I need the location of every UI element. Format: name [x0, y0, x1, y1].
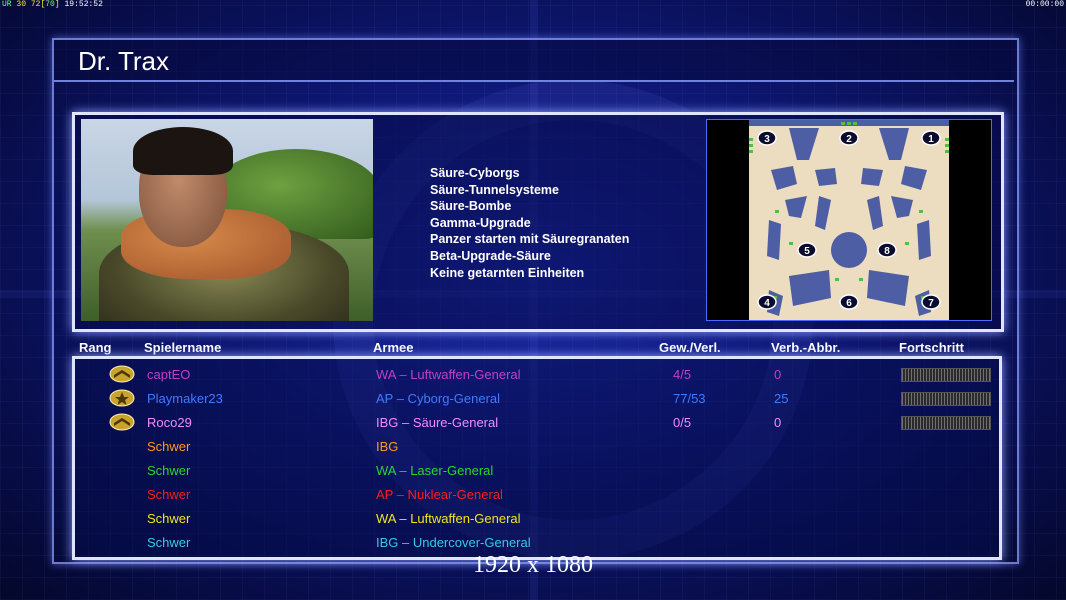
- map-slot-label: 7: [928, 298, 934, 309]
- map-slot-label: 2: [846, 134, 852, 145]
- star-rank-icon: [109, 389, 135, 407]
- chevron-rank-icon: [109, 413, 135, 431]
- player-name: Playmaker23: [147, 391, 223, 406]
- player-row[interactable]: captEO WA – Luftwaffen-General 4/5 0: [75, 362, 999, 386]
- portrait-hair: [133, 127, 233, 175]
- game-time: 19:52:52: [64, 0, 103, 9]
- map-slot-label: 5: [804, 246, 810, 257]
- column-army: Armee: [373, 340, 414, 355]
- player-army: WA – Luftwaffen-General: [376, 367, 521, 382]
- perk-item: Säure-Tunnelsysteme: [430, 182, 559, 197]
- progress-bar: [901, 392, 991, 406]
- fps-label: UR: [2, 0, 12, 9]
- fps-value: 30: [16, 0, 27, 9]
- perk-item: Beta-Upgrade-Säure: [430, 248, 551, 263]
- column-player-name: Spielername: [144, 340, 222, 355]
- general-portrait: [81, 119, 373, 321]
- player-win-loss: 4/5: [673, 367, 692, 382]
- page-title: Dr. Trax: [78, 46, 170, 76]
- player-row[interactable]: Roco29 IBG – Säure-General 0/5 0: [75, 410, 999, 434]
- column-disconnects: Verb.-Abbr.: [771, 340, 841, 355]
- player-name: Schwer: [147, 535, 191, 550]
- title-bar: Dr. Trax: [54, 40, 1014, 82]
- player-row[interactable]: Schwer WA – Laser-General: [75, 458, 999, 482]
- player-name: Schwer: [147, 463, 191, 478]
- column-win-loss: Gew./Verl.: [659, 340, 721, 355]
- fps-bracket: ]: [54, 0, 60, 9]
- column-progress: Fortschritt: [899, 340, 964, 355]
- player-name: Schwer: [147, 487, 191, 502]
- player-row[interactable]: Schwer AP – Nuklear-General: [75, 482, 999, 506]
- fps-value-2: 72[: [30, 0, 46, 9]
- clock: 00:00:00: [1025, 0, 1064, 9]
- player-name: Roco29: [147, 415, 192, 430]
- map-slot-label: 4: [764, 298, 770, 309]
- player-win-loss: 77/53: [673, 391, 706, 406]
- player-army: IBG: [376, 439, 399, 454]
- perk-item: Keine getarnten Einheiten: [430, 265, 585, 280]
- player-army: IBG – Säure-General: [376, 415, 499, 430]
- general-info-panel: Säure-Cyborgs Säure-Tunnelsysteme Säure-…: [72, 112, 1004, 332]
- perk-item: Säure-Cyborgs: [430, 166, 520, 180]
- player-army: AP – Cyborg-General: [376, 391, 501, 406]
- perk-list: Säure-Cyborgs Säure-Tunnelsysteme Säure-…: [430, 165, 629, 281]
- resolution-caption: 1920 x 1080: [473, 552, 593, 578]
- debug-overlay: UR 30 72[70] 19:52:52 00:00:00: [0, 0, 1066, 10]
- perk-item: Säure-Bombe: [430, 199, 512, 214]
- player-disconnects: 0: [774, 367, 782, 382]
- perk-item: Panzer starten mit Säuregranaten: [430, 232, 630, 247]
- player-row[interactable]: Schwer IBG: [75, 434, 999, 458]
- player-name: Schwer: [147, 511, 191, 526]
- player-row[interactable]: Schwer WA – Luftwaffen-General: [75, 506, 999, 530]
- map-slot-label: 3: [764, 134, 770, 145]
- map-slot-label: 1: [928, 134, 934, 145]
- player-army: WA – Laser-General: [376, 463, 494, 478]
- progress-bar: [901, 368, 991, 382]
- player-disconnects: 0: [774, 415, 782, 430]
- player-army: IBG – Undercover-General: [376, 535, 531, 550]
- player-table: captEO WA – Luftwaffen-General 4/5 0 Playmak…: [72, 356, 1002, 560]
- map-terrain: 1 2 3 4 5 6 7 8: [749, 120, 949, 320]
- map-preview[interactable]: 1 2 3 4 5 6 7 8: [706, 119, 992, 321]
- progress-bar: [901, 416, 991, 430]
- player-win-loss: 0/5: [673, 415, 692, 430]
- player-row[interactable]: Playmaker23 AP – Cyborg-General 77/53 25: [75, 386, 999, 410]
- chevron-rank-icon: [109, 365, 135, 383]
- player-army: AP – Nuklear-General: [376, 487, 503, 502]
- map-slot-label: 6: [846, 298, 852, 309]
- column-rank: Rang: [79, 340, 112, 355]
- perk-item: Gamma-Upgrade: [430, 215, 531, 230]
- fps-counter: UR 30 72[70] 19:52:52: [2, 0, 103, 9]
- player-row[interactable]: Schwer IBG – Undercover-General: [75, 530, 999, 554]
- player-disconnects: 25: [774, 391, 789, 406]
- player-army: WA – Luftwaffen-General: [376, 511, 521, 526]
- player-name: captEO: [147, 367, 191, 382]
- map-slot-label: 8: [884, 246, 890, 257]
- player-name: Schwer: [147, 439, 191, 454]
- fps-value-3: 70: [45, 0, 55, 9]
